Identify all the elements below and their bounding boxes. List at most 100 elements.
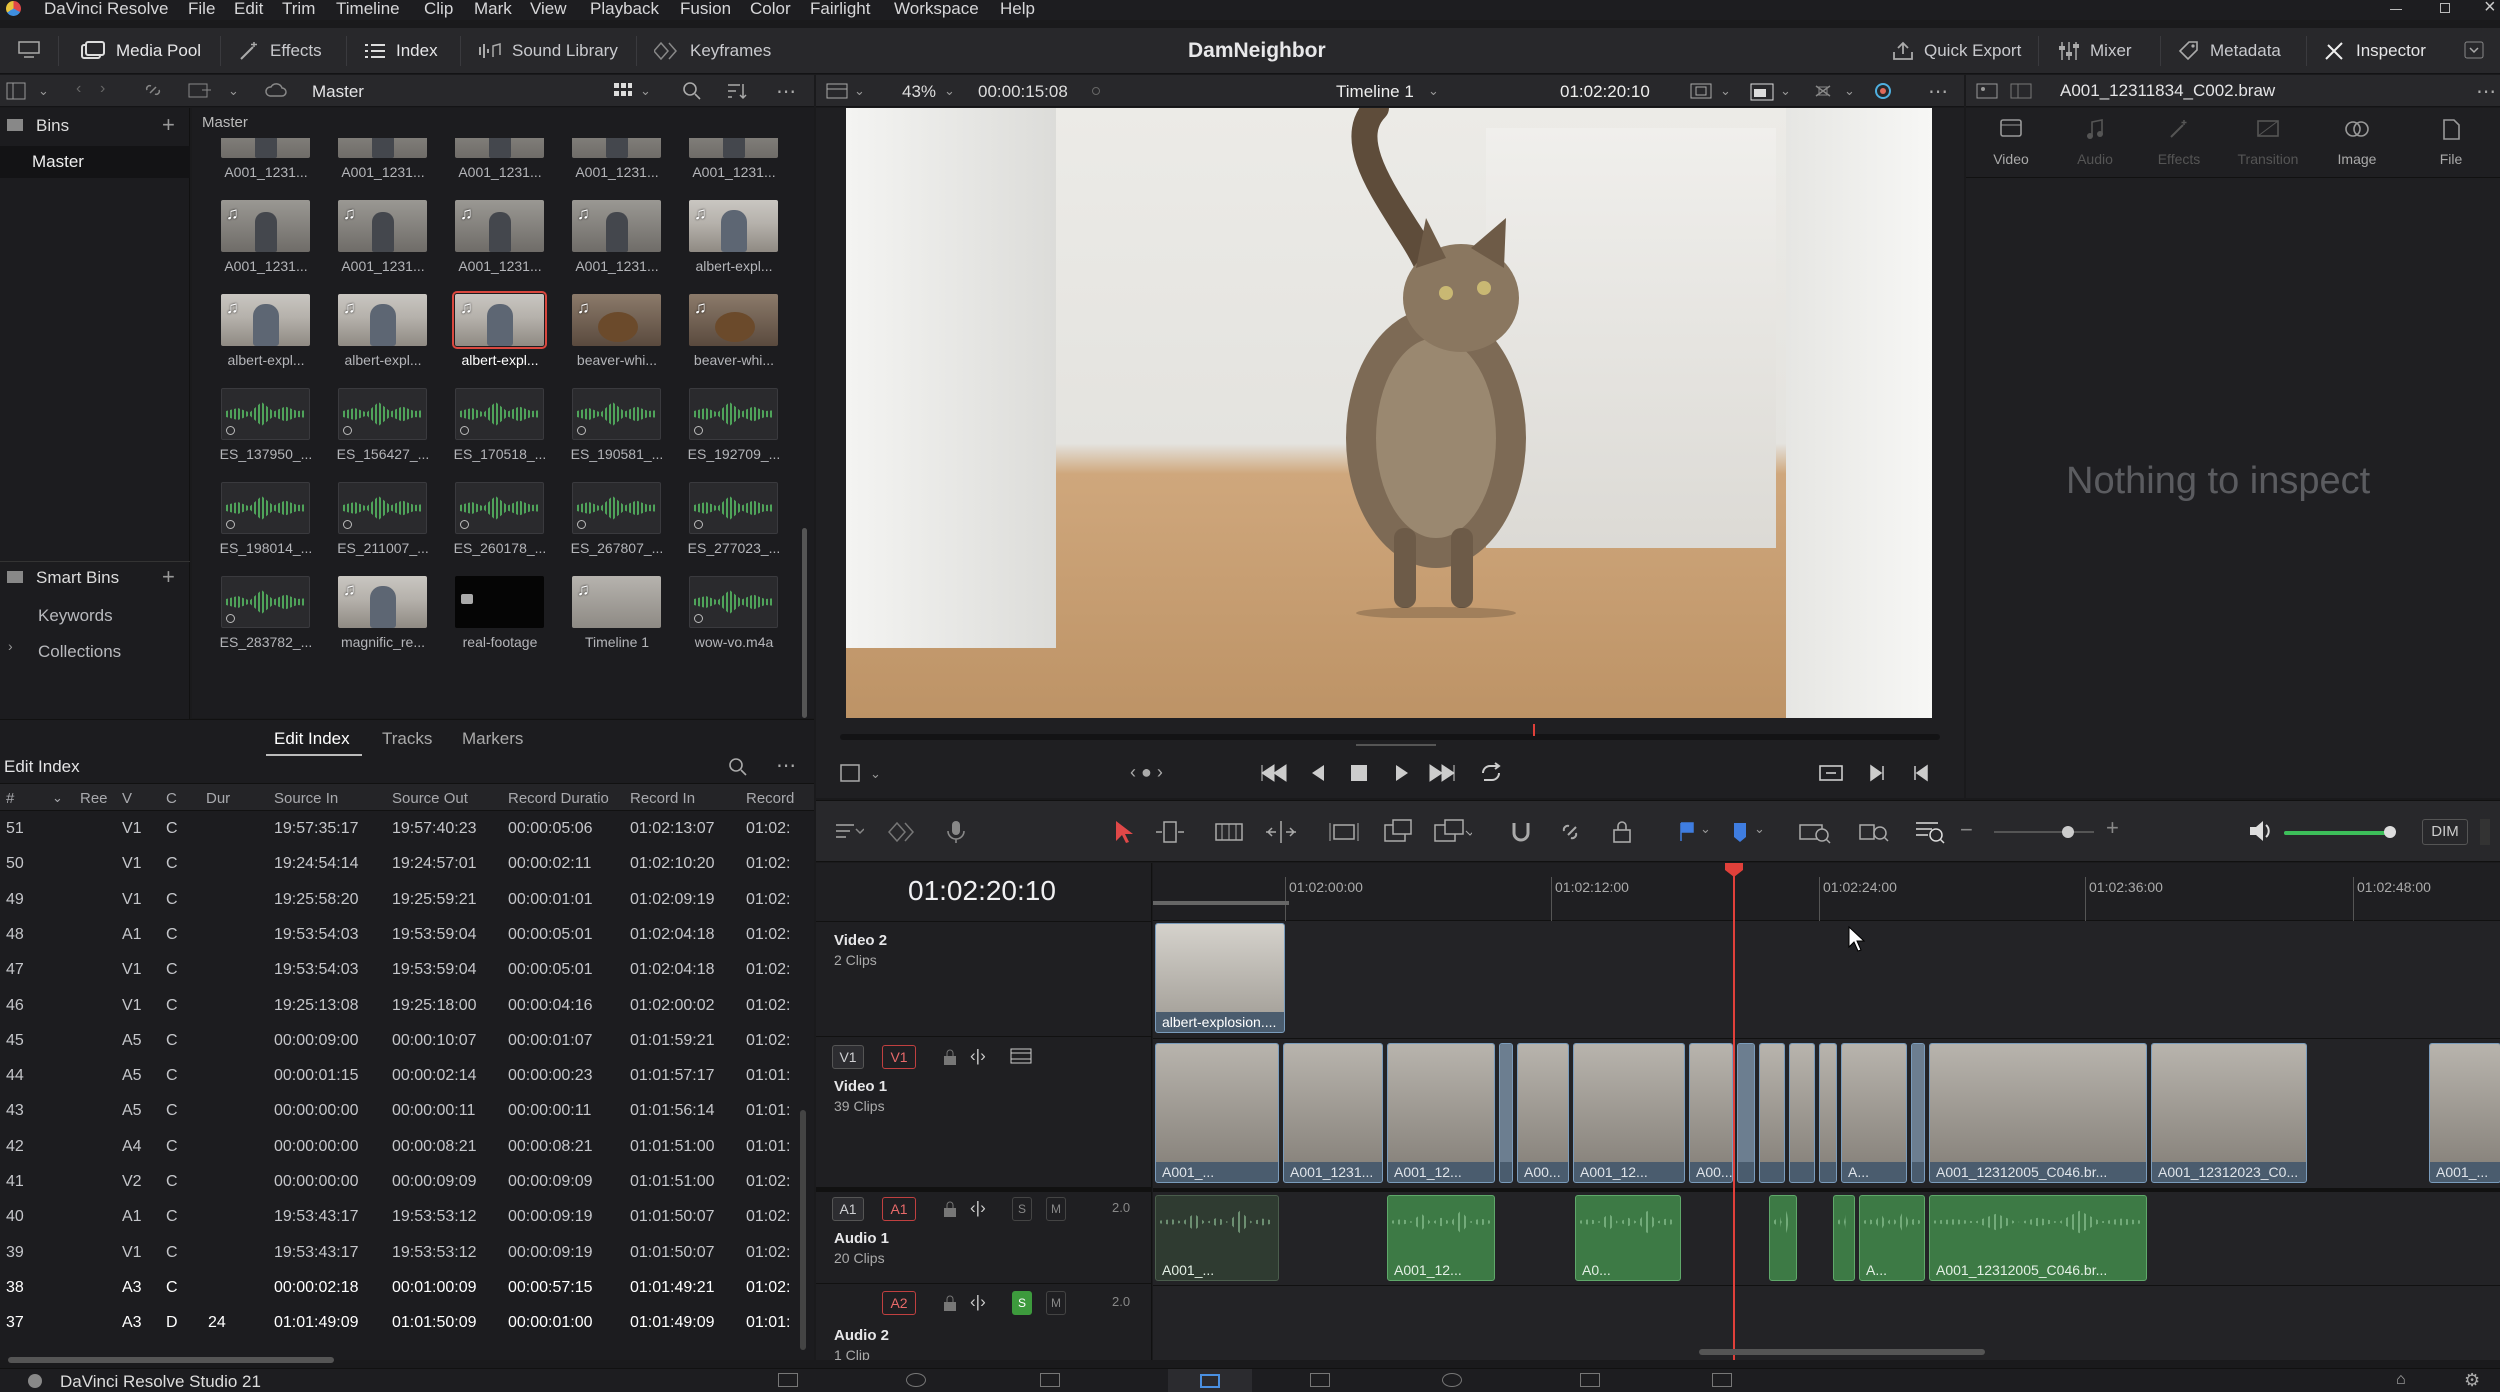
sidebar-item-keywords[interactable]: Keywords	[38, 606, 113, 626]
table-row[interactable]: 38 A3 C 00:00:02:18 00:01:00:09 00:00:57:15 01…	[0, 1271, 800, 1306]
timeline-clip[interactable]: A001_...	[1155, 1043, 1279, 1183]
menu-edit[interactable]: Edit	[234, 0, 263, 19]
dynamic-trim-icon[interactable]	[1214, 821, 1244, 848]
skip-to-end-icon[interactable]	[1428, 762, 1456, 789]
settings-gear-icon[interactable]: ⚙	[2464, 1370, 2480, 1391]
menu-file[interactable]: File	[188, 0, 215, 19]
blade-tool-icon[interactable]	[1264, 819, 1298, 850]
auto-select-icon[interactable]: ‹|›	[970, 1198, 986, 1218]
timeline-clip[interactable]: A001_...	[2429, 1043, 2500, 1183]
mute-button[interactable]: M	[1046, 1291, 1066, 1315]
media-pool-clip[interactable]: ♫ magnific_re...	[333, 576, 433, 656]
detail-zoom-icon[interactable]	[1858, 819, 1892, 850]
solo-button[interactable]: S	[1012, 1291, 1032, 1315]
color-sync-icon[interactable]	[1872, 81, 1894, 106]
media-pool-clip[interactable]: ♫ albert-expl...	[684, 200, 784, 280]
lock-icon[interactable]	[942, 1200, 958, 1223]
timeline-clip[interactable]: A001_12...	[1573, 1043, 1685, 1183]
timeline-selector[interactable]: Timeline 1	[1336, 82, 1414, 102]
expand-chevron-icon[interactable]	[2464, 41, 2484, 64]
next-edit-icon[interactable]	[1868, 762, 1888, 789]
timeline-clip[interactable]: A...	[1841, 1043, 1907, 1183]
media-pool-clip[interactable]: ♫ A001_1231...	[684, 138, 784, 186]
chevron-down-icon[interactable]: ⌄	[1720, 83, 1731, 99]
table-row[interactable]: 50 V1 C 19:24:54:14 19:24:57:01 00:00:02:11 01…	[0, 847, 800, 882]
table-row[interactable]: 45 A5 C 00:00:09:00 00:00:10:07 00:00:01:07 01…	[0, 1024, 800, 1059]
keyframes-button[interactable]: Keyframes	[654, 38, 771, 64]
timeline-clip[interactable]: A001_...	[1155, 1195, 1279, 1281]
page-fusion-icon[interactable]	[1040, 1373, 1060, 1387]
mute-button[interactable]: M	[1046, 1197, 1066, 1221]
solo-button[interactable]: S	[1012, 1197, 1032, 1221]
link-icon[interactable]	[142, 81, 164, 104]
page-edit-tab[interactable]	[1168, 1369, 1252, 1392]
chevron-down-icon[interactable]: ⌄	[640, 83, 651, 99]
timeline-clip[interactable]	[1911, 1043, 1925, 1183]
chevron-down-icon[interactable]: ⌄	[944, 83, 955, 99]
back-arrow-icon[interactable]: ‹	[76, 80, 81, 98]
trim-tool-icon[interactable]	[1154, 819, 1186, 850]
mixer-button[interactable]: Mixer	[2058, 38, 2132, 64]
safe-area-icon[interactable]	[1690, 83, 1712, 104]
sidebar-item-collections[interactable]: Collections	[38, 642, 121, 662]
tab-audio[interactable]: Audio	[2050, 118, 2140, 178]
timeline-clip[interactable]	[1737, 1043, 1755, 1183]
more-options-icon[interactable]: ⋯	[776, 79, 796, 104]
timeline-clip[interactable]: A001_12...	[1387, 1195, 1495, 1281]
table-row[interactable]: 49 V1 C 19:25:58:20 19:25:59:21 00:00:01:01 01…	[0, 883, 800, 918]
index-button[interactable]: Index	[364, 38, 438, 64]
chevron-down-icon[interactable]: ⌄	[1780, 83, 1791, 99]
media-pool-clip[interactable]: ES_277023_...	[684, 482, 784, 562]
auto-select-icon[interactable]: ‹|›	[970, 1046, 986, 1066]
col-v[interactable]: V	[122, 790, 132, 807]
media-pool-clip[interactable]: ♫ albert-expl...	[333, 294, 433, 374]
timeline-clip[interactable]: A001_12312023_C0...	[2151, 1043, 2307, 1183]
source-a1-button[interactable]: A1	[832, 1197, 864, 1221]
col-record-in[interactable]: Record In	[630, 790, 695, 807]
workspace-layout-icon[interactable]	[18, 41, 40, 64]
loop-icon[interactable]	[1478, 762, 1504, 789]
zoom-level[interactable]: 43%	[902, 82, 936, 102]
clip-selection-icon[interactable]	[840, 764, 862, 787]
replace-clip-icon[interactable]	[1432, 817, 1475, 850]
quick-export-button[interactable]: Quick Export	[1892, 38, 2021, 64]
media-pool-clip[interactable]: wow-vo.m4a	[684, 576, 784, 656]
col-reel[interactable]: Ree	[80, 790, 108, 807]
flag-icon[interactable]	[1678, 821, 1696, 848]
media-pool-clip[interactable]: ES_137950_...	[216, 388, 316, 468]
media-pool-clip[interactable]: ♫ A001_1231...	[333, 138, 433, 186]
col-record-duration[interactable]: Record Duratio	[508, 790, 609, 807]
dest-v1-button[interactable]: V1	[882, 1045, 916, 1069]
timeline-tracks[interactable]: 01:02:00:00 01:02:12:00 01:02:24:00 01:0…	[1153, 863, 2500, 1360]
media-pool-clip[interactable]: ♫ albert-expl...	[216, 294, 316, 374]
tab-tracks[interactable]: Tracks	[382, 729, 432, 749]
timeline-clip[interactable]: albert-explosion....	[1155, 923, 1285, 1033]
dim-button[interactable]: DIM	[2422, 819, 2468, 845]
dest-a1-button[interactable]: A1	[882, 1197, 916, 1221]
timeline-hscroll[interactable]	[1699, 1349, 1985, 1355]
scrubber-playhead[interactable]	[1533, 724, 1535, 736]
media-pool-clip[interactable]: ES_156427_...	[333, 388, 433, 468]
viewer-layout-icon[interactable]	[826, 82, 848, 105]
page-color-icon[interactable]	[1310, 1373, 1330, 1387]
cloud-icon[interactable]	[264, 82, 288, 103]
prev-frame-nudge-icon[interactable]: ‹ ● ›	[1130, 762, 1163, 783]
sidebar-toggle-icon[interactable]	[6, 82, 28, 105]
tab-edit-index[interactable]: Edit Index	[274, 729, 350, 749]
effects-button[interactable]: Effects	[238, 38, 322, 64]
timeline-clip[interactable]: A0...	[1575, 1195, 1681, 1281]
menu-color[interactable]: Color	[750, 0, 791, 19]
media-pool-clip[interactable]: ES_192709_...	[684, 388, 784, 468]
table-row[interactable]: 44 A5 C 00:00:01:15 00:00:02:14 00:00:00:23 01…	[0, 1059, 800, 1094]
speaker-icon[interactable]	[2248, 819, 2274, 848]
play-icon[interactable]	[1392, 762, 1412, 789]
edit-index-scrollbar[interactable]	[800, 1110, 806, 1350]
tab-markers[interactable]: Markers	[462, 729, 523, 749]
timeline-clip[interactable]: A...	[1859, 1195, 1925, 1281]
menu-timeline[interactable]: Timeline	[336, 0, 400, 19]
chevron-down-icon[interactable]: ⌄	[228, 83, 239, 99]
skip-to-start-icon[interactable]	[1260, 762, 1288, 789]
table-row[interactable]: 48 A1 C 19:53:54:03 19:53:59:04 00:00:05:01 01…	[0, 918, 800, 953]
position-lock-icon[interactable]	[1610, 819, 1634, 850]
table-row[interactable]: 39 V1 C 19:53:43:17 19:53:53:12 00:00:09:19 01…	[0, 1236, 800, 1271]
